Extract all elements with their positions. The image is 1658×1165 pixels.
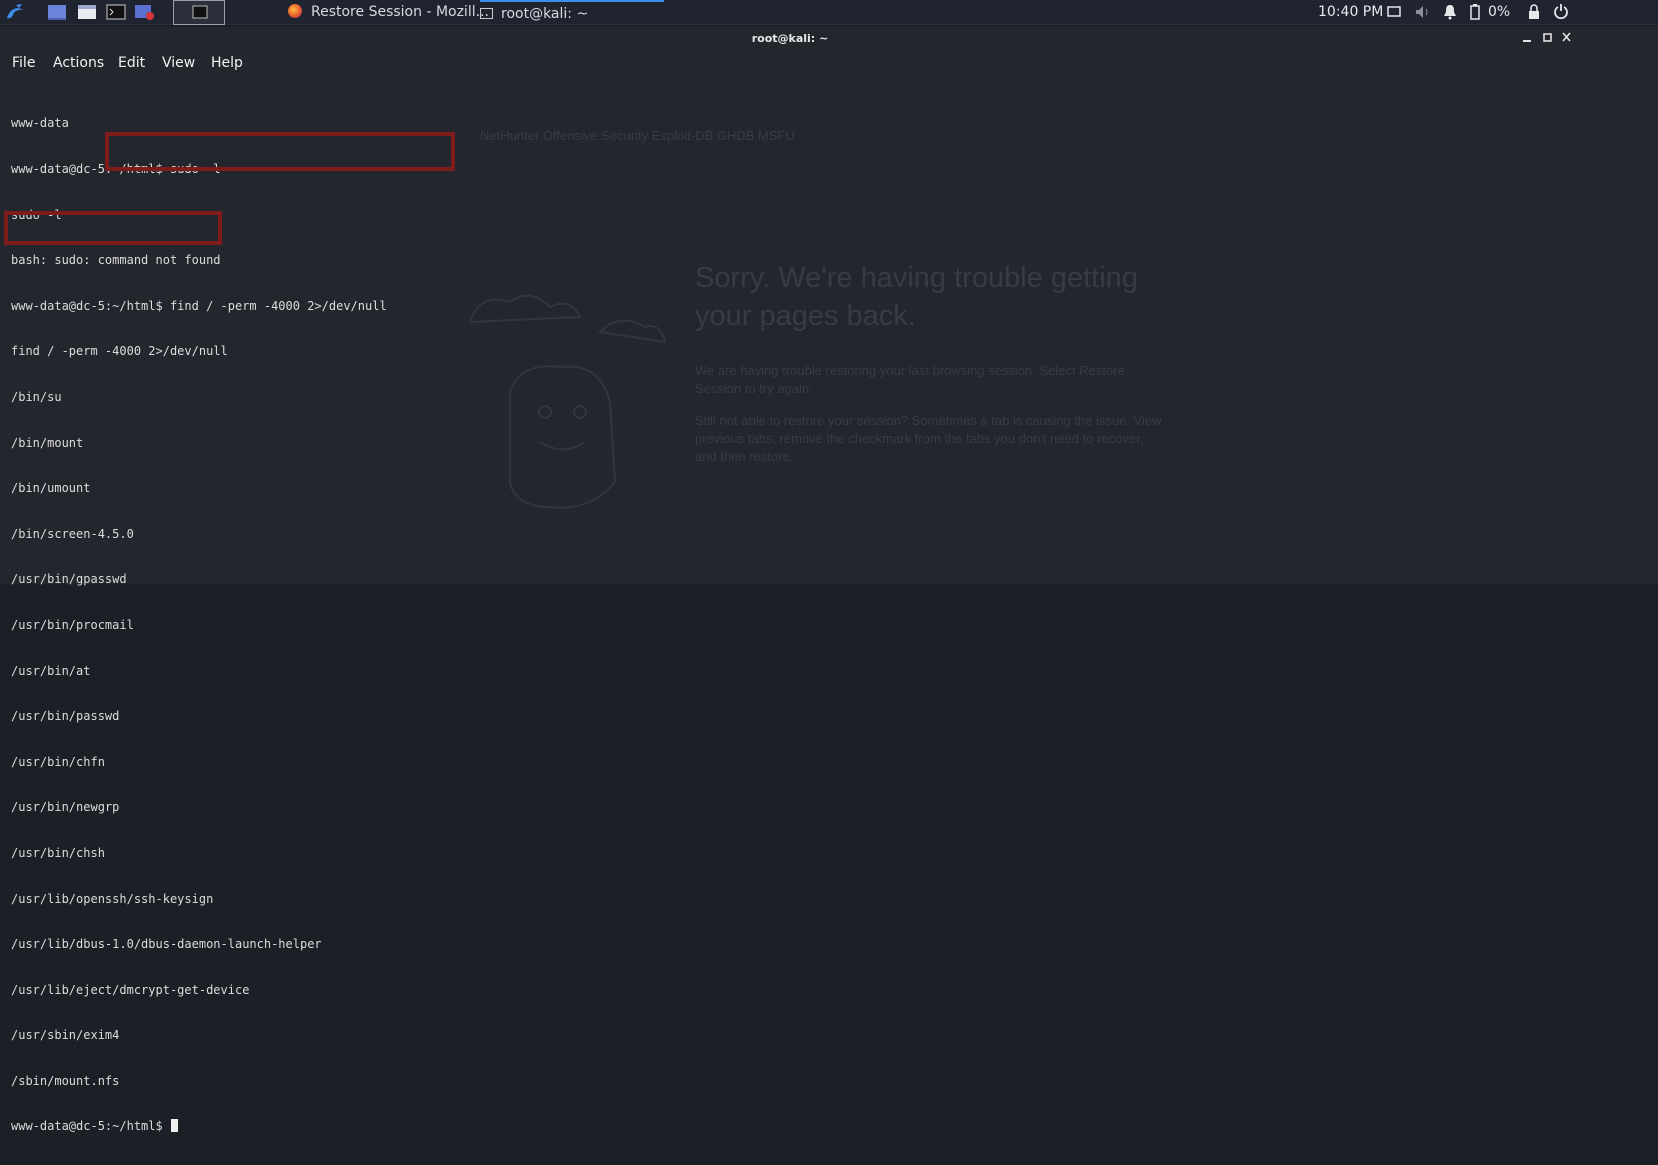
- terminal-line: find / -perm -4000 2>/dev/null: [11, 344, 228, 359]
- terminal-cursor: [170, 1119, 178, 1133]
- taskbar: Restore Session - Mozill... root@kali: ~…: [0, 0, 1658, 25]
- close-button[interactable]: [1562, 31, 1572, 46]
- kali-menu-icon[interactable]: [4, 2, 26, 22]
- terminal-line: /usr/bin/procmail: [11, 617, 134, 632]
- highlight-box-screen-binary: [4, 211, 222, 245]
- window-titlebar[interactable]: root@kali: ~: [0, 27, 1658, 53]
- terminal-prompt: www-data@dc-5:~/html$: [11, 1119, 170, 1134]
- terminal-line: /usr/bin/gpasswd: [11, 572, 127, 587]
- menu-file[interactable]: File: [12, 55, 35, 71]
- display-icon[interactable]: [1387, 0, 1401, 25]
- highlight-box-find-command: [105, 132, 455, 171]
- clock[interactable]: 10:40 PM: [1318, 0, 1383, 25]
- terminal-output[interactable]: www-data www-data@dc-5:~/html$ sudo -l s…: [11, 86, 387, 1165]
- maximize-button[interactable]: [1543, 31, 1553, 46]
- terminal-line: /usr/bin/chsh: [11, 845, 105, 860]
- ghost-paragraph-1: We are having trouble restoring your las…: [695, 363, 1125, 396]
- file-manager-icon[interactable]: [76, 2, 98, 22]
- ghost-heading: Sorry. We're having trouble getting your…: [695, 262, 1138, 332]
- terminal-line: /usr/bin/chfn: [11, 754, 105, 769]
- terminal-prompt-line[interactable]: www-data@dc-5:~/html$: [11, 1119, 387, 1134]
- lock-icon[interactable]: [1527, 0, 1541, 25]
- terminal-line: /usr/bin/newgrp: [11, 800, 120, 815]
- ghost-bookmarks-bar: NetHunter Offensive Security Exploit-DB …: [480, 128, 795, 143]
- notification-bell-icon[interactable]: [1443, 0, 1457, 25]
- task-terminal-label: root@kali: ~: [501, 6, 589, 22]
- terminal-window[interactable]: NetHunter Offensive Security Exploit-DB …: [0, 27, 1658, 1133]
- menu-actions[interactable]: Actions: [53, 55, 104, 71]
- workspace-switcher[interactable]: [173, 0, 225, 25]
- terminal-line: /usr/bin/at: [11, 663, 91, 678]
- terminal-line: /usr/lib/eject/dmcrypt-get-device: [11, 982, 250, 997]
- ghost-paragraph-2: Still not able to restore your session? …: [695, 413, 1162, 464]
- terminal-line: www-data: [11, 116, 69, 131]
- terminal-line: /bin/mount: [11, 435, 84, 450]
- volume-icon[interactable]: [1414, 0, 1432, 25]
- battery-icon[interactable]: [1469, 0, 1481, 25]
- terminal-icon: [480, 8, 493, 19]
- menu-edit[interactable]: Edit: [118, 55, 145, 71]
- terminal-line: /bin/screen-4.5.0: [11, 526, 134, 541]
- terminal-line: /usr/lib/dbus-1.0/dbus-daemon-launch-hel…: [11, 937, 322, 952]
- task-firefox[interactable]: Restore Session - Mozill...: [288, 0, 489, 25]
- terminal-line: /bin/su: [11, 389, 62, 404]
- terminal-line: /usr/bin/passwd: [11, 709, 120, 724]
- terminal-line: /usr/lib/openssh/ssh-keysign: [11, 891, 214, 906]
- menu-view[interactable]: View: [162, 55, 195, 71]
- terminal-line: bash: sudo: command not found: [11, 253, 221, 268]
- desktop-icon[interactable]: [46, 2, 68, 22]
- menu-help[interactable]: Help: [211, 55, 243, 71]
- ghost-illustration: [450, 282, 670, 522]
- power-icon[interactable]: [1553, 0, 1569, 25]
- task-firefox-label: Restore Session - Mozill...: [311, 4, 489, 20]
- firefox-icon: [288, 4, 302, 18]
- task-terminal[interactable]: root@kali: ~: [480, 0, 664, 25]
- terminal-line: /usr/sbin/exim4: [11, 1028, 120, 1043]
- minimize-button[interactable]: [1522, 31, 1532, 46]
- screen-recorder-icon[interactable]: [133, 2, 155, 22]
- terminal-line: www-data@dc-5:~/html$ find / -perm -4000…: [11, 298, 387, 313]
- battery-percent: 0%: [1488, 4, 1511, 20]
- window-title: root@kali: ~: [751, 32, 829, 45]
- terminal-line: /bin/umount: [11, 481, 91, 496]
- terminal-launcher-icon[interactable]: [105, 2, 127, 22]
- terminal-line: /sbin/mount.nfs: [11, 1073, 120, 1088]
